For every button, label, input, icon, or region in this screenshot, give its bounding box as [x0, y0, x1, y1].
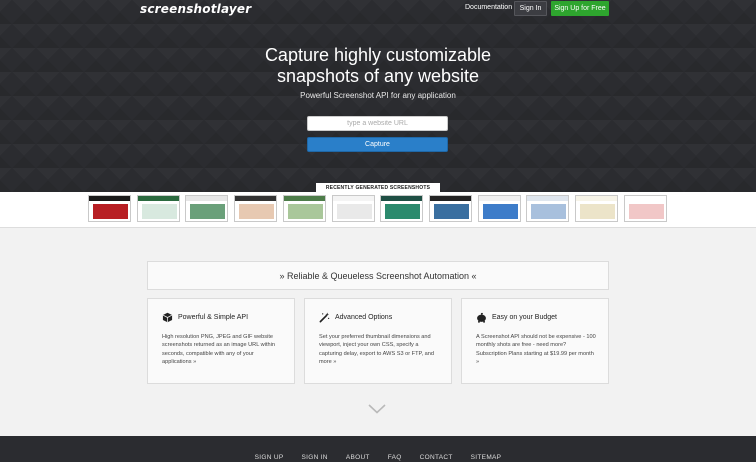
nav-documentation-link[interactable]: Documentation — [465, 4, 512, 11]
thumbnail-content — [482, 204, 518, 219]
thumbnail-content — [628, 204, 664, 219]
recent-screenshots-strip — [0, 192, 756, 228]
cube-icon — [162, 312, 173, 323]
thumbnail-content — [190, 204, 226, 219]
hero-headline: Capture highly customizable snapshots of… — [0, 45, 756, 87]
footer-link-sign-up[interactable]: SIGN UP — [255, 454, 284, 461]
feature-card-budget[interactable]: Easy on your Budget A Screenshot API sho… — [461, 298, 609, 384]
url-input[interactable] — [307, 116, 448, 131]
feature-title: Advanced Options — [335, 314, 393, 321]
thumbnail-header — [576, 196, 617, 201]
thumbnail-content — [580, 204, 615, 219]
thumbnail-content — [531, 204, 567, 219]
screenshot-thumbnail[interactable] — [575, 195, 618, 222]
hero-headline-line1: Capture highly customizable — [264, 45, 492, 65]
thumbnail-content — [336, 204, 372, 219]
thumbnail-header — [527, 196, 569, 201]
screenshot-thumbnail[interactable] — [331, 195, 375, 222]
screenshot-thumbnail[interactable] — [282, 195, 326, 222]
screenshot-thumbnail[interactable] — [526, 195, 570, 222]
screenshot-thumbnail[interactable] — [380, 195, 424, 222]
chevron-down-icon[interactable] — [368, 404, 386, 414]
thumbnail-header — [137, 196, 179, 201]
footer-link-sign-in[interactable]: SIGN IN — [302, 454, 328, 461]
footer-link-sitemap[interactable]: SITEMAP — [471, 454, 502, 461]
hero-subheadline: Powerful Screenshot API for any applicat… — [300, 91, 456, 100]
screenshot-thumbnail[interactable] — [234, 195, 278, 222]
thumbnail-header — [478, 196, 520, 201]
thumbnail-content — [141, 204, 177, 219]
section-title: » Reliable & Queueless Screenshot Automa… — [147, 261, 609, 290]
thumbnail-header — [429, 196, 471, 201]
thumbnail-header — [332, 196, 374, 201]
screenshot-thumbnail[interactable] — [185, 195, 229, 222]
screenshot-thumbnail[interactable] — [136, 195, 180, 222]
thumbnail-header — [283, 196, 325, 201]
feature-title: Easy on your Budget — [492, 314, 557, 321]
sign-in-button[interactable]: Sign In — [514, 1, 547, 16]
thumbnail-header — [624, 196, 666, 201]
footer-link-faq[interactable]: FAQ — [388, 454, 402, 461]
hero-headline-line2: snapshots of any website — [276, 66, 480, 86]
thumbnail-header — [235, 196, 277, 201]
thumbnail-content — [287, 204, 323, 219]
thumbnail-header — [381, 196, 423, 201]
screenshot-thumbnail[interactable] — [477, 195, 521, 222]
sign-up-button[interactable]: Sign Up for Free — [551, 1, 609, 16]
feature-description: High resolution PNG, JPEG and GIF websit… — [162, 334, 275, 366]
thumbnail-header — [89, 196, 130, 201]
feature-description: Set your preferred thumbnail dimensions … — [319, 334, 434, 366]
footer-link-about[interactable]: ABOUT — [346, 454, 370, 461]
piggy-bank-icon — [477, 312, 486, 323]
footer-links: SIGN UP SIGN IN ABOUT FAQ CONTACT SITEMA… — [0, 454, 756, 461]
screenshot-thumbnail[interactable] — [88, 195, 131, 222]
feature-card-options[interactable]: Advanced Options Set your preferred thum… — [304, 298, 452, 384]
magic-wand-icon — [319, 312, 330, 323]
capture-button[interactable]: Capture — [307, 137, 448, 152]
footer-link-contact[interactable]: CONTACT — [420, 454, 453, 461]
feature-title: Powerful & Simple API — [178, 314, 249, 321]
thumbnail-content — [93, 204, 128, 219]
thumbnail-content — [385, 204, 421, 219]
thumbnail-header — [186, 196, 228, 201]
hero-section: screenshotlayer Documentation Sign In Si… — [0, 0, 756, 193]
thumbnail-content — [239, 204, 275, 219]
screenshot-thumbnail[interactable] — [428, 195, 472, 222]
feature-card-api[interactable]: Powerful & Simple API High resolution PN… — [147, 298, 295, 384]
logo[interactable]: screenshotlayer — [140, 2, 251, 16]
footer: SIGN UP SIGN IN ABOUT FAQ CONTACT SITEMA… — [0, 436, 756, 462]
feature-description: A Screenshot API should not be expensive… — [476, 334, 596, 366]
thumbnail-content — [433, 204, 469, 219]
screenshot-thumbnail[interactable] — [623, 195, 667, 222]
